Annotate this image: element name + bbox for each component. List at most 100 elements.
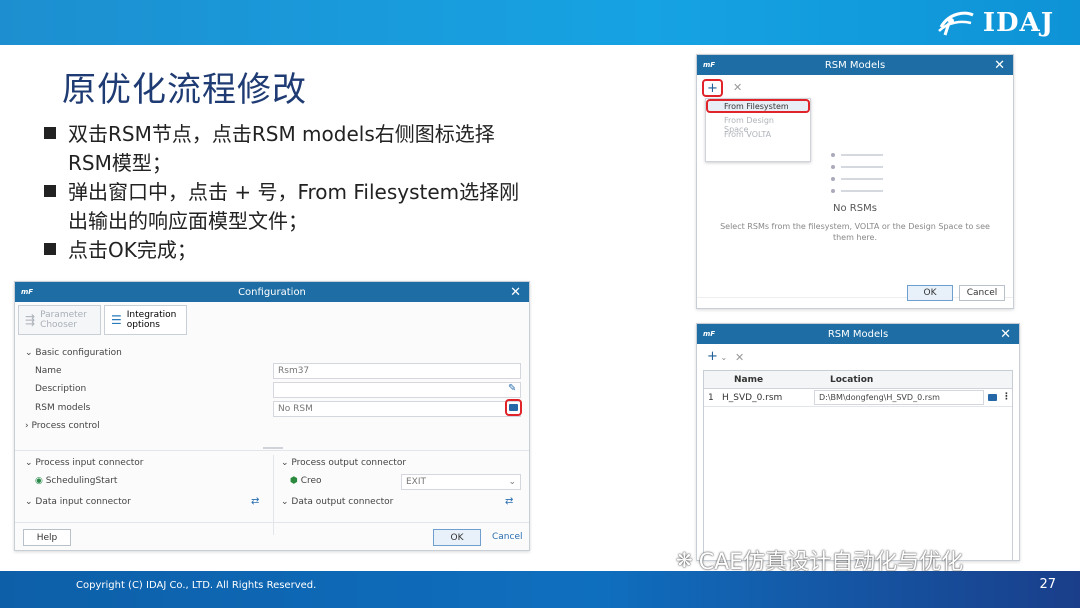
rsm-models-field[interactable]: No RSM (273, 401, 521, 417)
data-input-connector-label: Data input connector (35, 497, 131, 507)
rsm-models-title: RSM Models (824, 59, 886, 71)
idaj-logo-mark-icon (937, 11, 974, 36)
column-name-header[interactable]: Name (734, 375, 763, 385)
delete-icon[interactable]: ✕ (733, 81, 742, 94)
chevron-down-icon: ⌄ (508, 477, 516, 487)
folder-icon[interactable] (988, 394, 997, 401)
chevron-down-icon: ⌄ (717, 353, 728, 362)
exit-select[interactable]: EXIT ⌄ (401, 474, 521, 490)
rsm-models-title: RSM Models (827, 328, 889, 340)
divider (15, 450, 529, 451)
process-input-connector-label: Process input connector (35, 458, 144, 468)
add-rsm-button[interactable]: + (702, 79, 723, 97)
plus-icon: + (707, 80, 718, 96)
watermark: ❋ CAE仿真设计自动化与优化 (676, 544, 963, 576)
parameter-chooser-button[interactable]: ⇶ Parameter Chooser (18, 305, 101, 335)
description-label: Description (35, 384, 87, 394)
basic-configuration-header[interactable]: ⌄ Basic configuration (25, 348, 122, 358)
row-index: 1 (708, 393, 714, 403)
close-icon[interactable]: ✕ (1000, 327, 1011, 342)
scheduling-start-label: SchedulingStart (45, 476, 118, 486)
basic-configuration-label: Basic configuration (35, 348, 122, 358)
configuration-title: Configuration (238, 286, 306, 298)
column-location-header[interactable]: Location (830, 375, 873, 385)
add-menu: From Filesystem From Design Space From V… (705, 98, 811, 162)
process-control-header[interactable]: › Process control (25, 421, 100, 431)
bullet-1: 双击RSM节点，点击RSM models右侧图标选择 RSM模型； (44, 120, 604, 178)
swap-icon[interactable]: ⇄ (505, 496, 513, 507)
edit-icon[interactable]: ✎ (508, 383, 516, 394)
data-output-connector-header[interactable]: ⌄ Data output connector (281, 497, 393, 507)
watermark-text: CAE仿真设计自动化与优化 (698, 550, 964, 575)
plus-icon: + (707, 349, 718, 364)
integration-options-button[interactable]: ☰ Integration options (104, 305, 187, 335)
name-field[interactable]: Rsm37 (273, 363, 521, 379)
data-input-connector-header[interactable]: ⌄ Data input connector (25, 497, 131, 507)
no-rsms-title: No RSMs (833, 203, 877, 214)
chevron-down-icon: ⌄ (281, 497, 292, 507)
location-field[interactable]: D:\BM\dongfeng\H_SVD_0.rsm (814, 390, 984, 405)
vertical-divider (273, 455, 274, 535)
help-button[interactable]: Help (23, 529, 71, 546)
rsm-models-titlebar: mF RSM Models ✕ (697, 55, 1013, 75)
ok-button[interactable]: OK (907, 285, 953, 301)
menu-from-filesystem[interactable]: From Filesystem (706, 99, 810, 113)
swap-icon[interactable]: ⇄ (251, 496, 259, 507)
table-header: Name Location (704, 371, 1012, 389)
rsm-models-window: mF RSM Models ✕ + ✕ From Filesystem From… (696, 54, 1014, 309)
table-row[interactable]: 1 H_SVD_0.rsm D:\BM\dongfeng\H_SVD_0.rsm… (704, 389, 1012, 407)
modefrontier-logo: mF (21, 288, 34, 296)
bullet-3-line1: 点击OK完成； (68, 238, 197, 262)
cancel-button[interactable]: Cancel (492, 532, 523, 542)
process-control-label: Process control (31, 421, 100, 431)
configuration-window: mF Configuration ✕ ⇶ Parameter Chooser ☰ … (14, 281, 530, 551)
scheduling-icon: ◉ (35, 476, 46, 486)
parameter-chooser-label-2: Chooser (40, 320, 77, 330)
integration-label-1: Integration (126, 310, 177, 320)
bullet-2-line2: 出输出的响应面模型文件； (68, 209, 308, 233)
splitter-handle[interactable] (263, 447, 283, 449)
process-output-connector-header[interactable]: ⌄ Process output connector (281, 458, 406, 468)
parameter-chooser-label-1: Parameter (40, 310, 87, 320)
configuration-titlebar: mF Configuration ✕ (15, 282, 529, 302)
copyright-text: Copyright (C) IDAJ Co., LTD. All Rights … (76, 580, 317, 591)
rsm-models-window-loaded: mF RSM Models ✕ + ⌄ ✕ Name Location 1 H_… (696, 323, 1020, 561)
modefrontier-logo: mF (703, 61, 716, 69)
open-folder-button[interactable] (505, 399, 522, 416)
slide-title: 原优化流程修改 (62, 70, 307, 110)
name-label: Name (35, 366, 62, 376)
top-banner (0, 0, 1080, 45)
process-input-connector-header[interactable]: ⌄ Process input connector (25, 458, 144, 468)
bullet-2: 弹出窗口中，点击 + 号，From Filesystem选择刚 出输出的响应面模… (44, 178, 604, 236)
menu-from-volta[interactable]: From VOLTA (706, 128, 789, 141)
creo-node: ⬢ Creo (290, 476, 322, 486)
logo-text: IDAJ (982, 8, 1054, 38)
delete-icon[interactable]: ✕ (735, 351, 744, 364)
creo-label: Creo (300, 476, 322, 486)
integration-label-2: options (126, 320, 160, 330)
cancel-button[interactable]: Cancel (959, 285, 1005, 301)
folder-icon (509, 404, 518, 411)
bullet-1-line2: RSM模型； (68, 151, 172, 175)
bullet-square-icon (44, 243, 56, 255)
rsm-models-titlebar: mF RSM Models ✕ (697, 324, 1019, 344)
more-options-icon[interactable]: ⋮ (1002, 392, 1011, 402)
wechat-icon: ❋ (676, 548, 693, 572)
ok-button[interactable]: OK (433, 529, 481, 546)
close-icon[interactable]: ✕ (994, 58, 1005, 73)
empty-list-illustration (831, 149, 883, 197)
chevron-down-icon: ⌄ (25, 497, 36, 507)
idaj-logo: IDAJ (935, 8, 1054, 38)
description-field[interactable] (273, 382, 521, 398)
chevron-down-icon: ⌄ (25, 348, 36, 358)
rsm-table: Name Location 1 H_SVD_0.rsm D:\BM\dongfe… (703, 370, 1013, 560)
close-icon[interactable]: ✕ (510, 285, 521, 300)
add-rsm-button[interactable]: + ⌄ (707, 349, 727, 364)
parameter-chooser-icon: ⇶ (25, 313, 36, 327)
creo-icon: ⬢ (290, 476, 301, 486)
rsm-models-label: RSM models (35, 403, 91, 413)
modefrontier-logo: mF (703, 330, 716, 338)
bullet-square-icon (44, 185, 56, 197)
row-name: H_SVD_0.rsm (722, 393, 783, 403)
process-output-connector-label: Process output connector (291, 458, 407, 468)
